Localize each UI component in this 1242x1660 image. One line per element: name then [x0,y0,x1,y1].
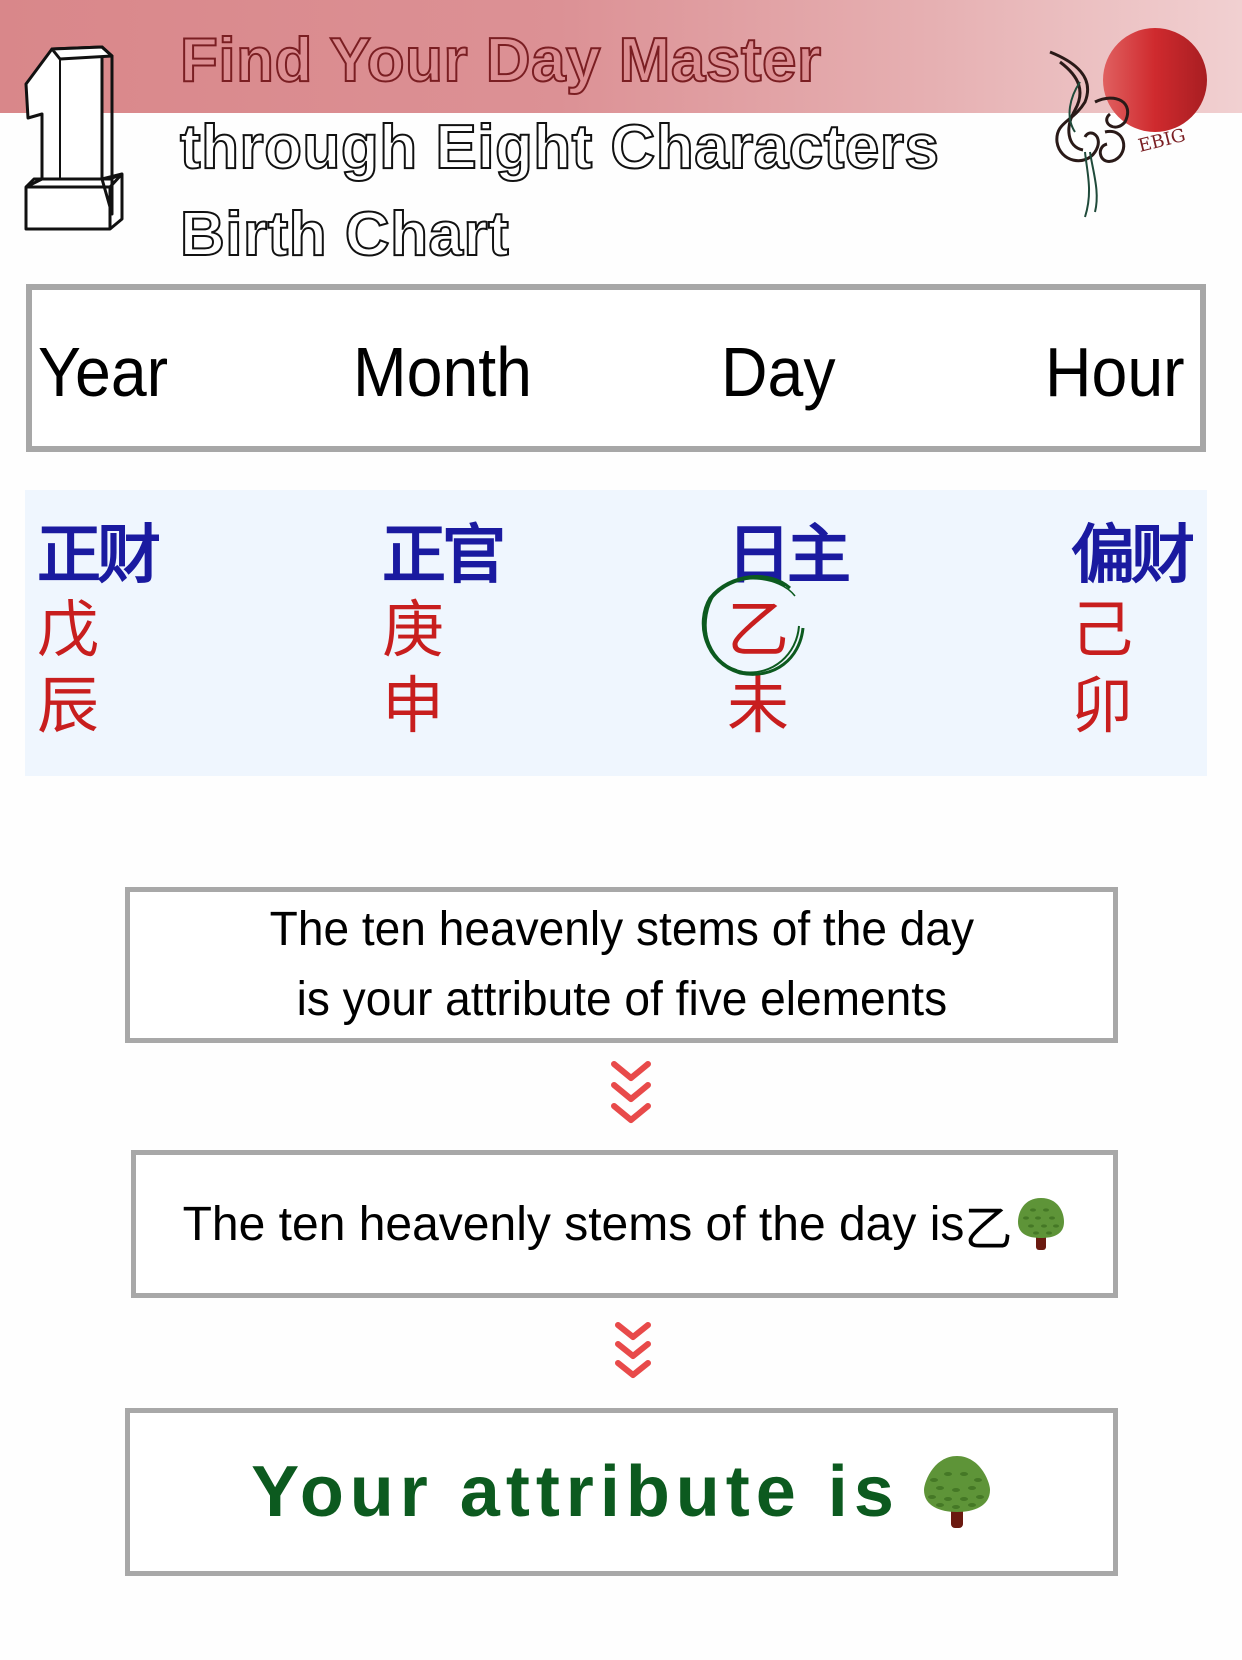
ten-god-label: 正官 [382,519,506,593]
day-stem-value: 乙 [964,1201,1013,1257]
chart-column-day: 日主 乙 未 [727,519,851,744]
day-master-stem: 乙 [727,593,790,666]
explanation-line-2: is your attribute of five elements [296,973,947,1026]
chevron-down-triple-icon [611,1061,651,1123]
title-line-2: through Eight Characters [179,112,940,183]
chart-column-year: 正财 戊 辰 [37,519,161,744]
title-line-3: Birth Chart [179,199,510,270]
heavenly-stem: 庚 [382,593,445,666]
result-text: Your attribute is [251,1452,900,1532]
ebig-logo: EBIG [1049,28,1207,218]
pillar-label-month: Month [353,333,532,411]
earthly-branch: 未 [727,669,790,742]
result-box: Your attribute is [125,1408,1118,1576]
ten-god-label: 偏财 [1071,519,1195,593]
pillar-label-hour: Hour [1045,333,1185,411]
earthly-branch: 辰 [37,669,100,742]
title-line-1: Find Your Day Master [179,25,822,96]
chart-column-hour: 偏财 己 卯 [1071,519,1195,744]
tree-icon [1018,1198,1065,1250]
day-stem-box: The ten heavenly stems of the day is 乙 [131,1150,1118,1298]
number-one-icon [24,45,124,231]
earthly-branch: 卯 [1071,669,1134,742]
pillar-label-year: Year [38,333,169,411]
earthly-branch: 申 [382,669,445,742]
ten-god-label: 日主 [727,519,851,593]
tree-icon [923,1456,990,1528]
explanation-line-1: The ten heavenly stems of the day [269,903,974,956]
pillar-label-day: Day [721,333,836,411]
heavenly-stem: 己 [1071,593,1134,666]
explanation-box: The ten heavenly stems of the day is you… [125,887,1118,1043]
chart-column-month: 正官 庚 申 [382,519,506,744]
chevron-down-triple-icon [615,1322,651,1378]
ten-god-label: 正财 [37,519,161,593]
day-stem-text: The ten heavenly stems of the day is [182,1197,965,1251]
birth-chart-panel: 正财 戊 辰 正官 庚 申 日主 乙 未 偏财 己 卯 [25,490,1207,776]
heavenly-stem: 戊 [37,593,100,666]
pillar-header-bar: Year Month Day Hour [26,284,1206,452]
